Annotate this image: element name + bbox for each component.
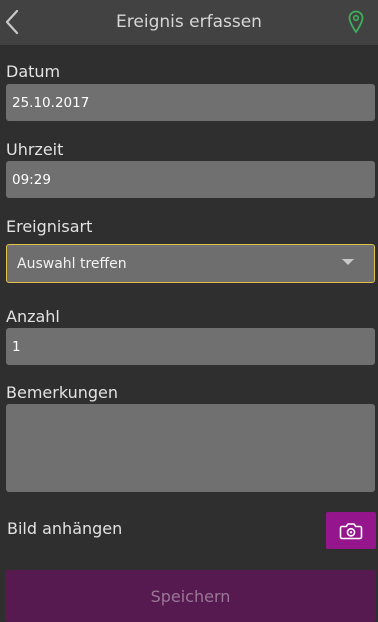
datum-field[interactable]: 25.10.2017 — [6, 84, 375, 121]
uhrzeit-field[interactable]: 09:29 — [6, 161, 375, 198]
dropdown-arrow-icon — [342, 259, 354, 265]
save-button[interactable]: Speichern — [5, 570, 376, 622]
anzahl-label: Anzahl — [6, 307, 60, 326]
page-title: Ereignis erfassen — [116, 12, 262, 32]
uhrzeit-label: Uhrzeit — [6, 140, 64, 159]
datum-value: 25.10.2017 — [12, 94, 90, 111]
ereignisart-select[interactable]: Auswahl treffen — [6, 244, 375, 283]
anzahl-field[interactable]: 1 — [6, 328, 375, 365]
ereignisart-selected-value: Auswahl treffen — [17, 255, 127, 272]
app-header: Ereignis erfassen — [0, 0, 378, 45]
anzahl-value: 1 — [12, 338, 21, 355]
attach-image-button[interactable] — [326, 512, 376, 549]
ereignisart-label: Ereignisart — [6, 217, 93, 236]
app-screen: Ereignis erfassen Datum 25.10.2017 Uhrze… — [0, 0, 378, 622]
uhrzeit-value: 09:29 — [12, 171, 51, 188]
bemerkungen-textarea[interactable] — [6, 404, 375, 492]
camera-icon — [339, 522, 363, 539]
location-button[interactable] — [346, 8, 366, 36]
bemerkungen-label: Bemerkungen — [6, 383, 119, 402]
map-pin-icon — [348, 10, 364, 34]
datum-label: Datum — [6, 62, 61, 81]
attach-image-label: Bild anhängen — [7, 519, 123, 538]
